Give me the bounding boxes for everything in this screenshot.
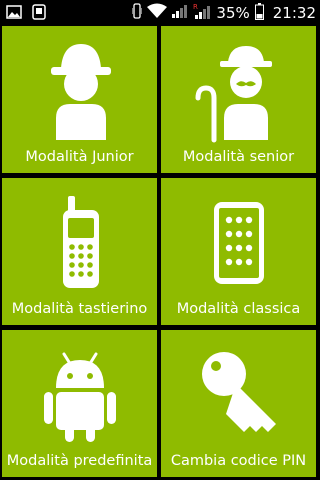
tile-label: Modalità classica bbox=[176, 301, 301, 317]
image-notification-icon bbox=[6, 4, 22, 24]
change-pin-tile[interactable]: Cambia codice PIN bbox=[161, 330, 316, 477]
key-icon bbox=[161, 344, 316, 448]
clock: 21:32 bbox=[272, 4, 316, 22]
android-icon bbox=[2, 344, 157, 448]
mode-grid: Modalità Junior Modalità senior Modalità… bbox=[0, 24, 320, 480]
status-bar: R 35% 21:32 bbox=[0, 0, 320, 24]
roaming-signal-icon: R bbox=[193, 2, 211, 24]
senior-icon bbox=[161, 40, 316, 144]
tile-label: Modalità tastierino bbox=[11, 301, 148, 317]
default-mode-tile[interactable]: Modalità predefinita bbox=[2, 330, 157, 477]
signal-icon bbox=[172, 3, 188, 23]
junior-icon bbox=[2, 40, 157, 144]
android-notification-icon bbox=[32, 4, 46, 24]
battery-icon bbox=[254, 2, 264, 24]
svg-text:R: R bbox=[193, 3, 198, 11]
tile-label: Modalità senior bbox=[182, 149, 295, 165]
vibrate-icon bbox=[131, 3, 143, 23]
tile-label: Modalità Junior bbox=[25, 149, 134, 165]
keypad-phone-icon bbox=[2, 192, 157, 296]
battery-percentage: 35% bbox=[216, 4, 250, 22]
tile-label: Cambia codice PIN bbox=[170, 453, 307, 469]
tile-label: Modalità predefinita bbox=[6, 453, 153, 469]
senior-mode-tile[interactable]: Modalità senior bbox=[161, 26, 316, 173]
keypad-mode-tile[interactable]: Modalità tastierino bbox=[2, 178, 157, 325]
wifi-icon bbox=[147, 3, 168, 23]
junior-mode-tile[interactable]: Modalità Junior bbox=[2, 26, 157, 173]
classic-mode-tile[interactable]: Modalità classica bbox=[161, 178, 316, 325]
smartphone-icon bbox=[161, 192, 316, 296]
